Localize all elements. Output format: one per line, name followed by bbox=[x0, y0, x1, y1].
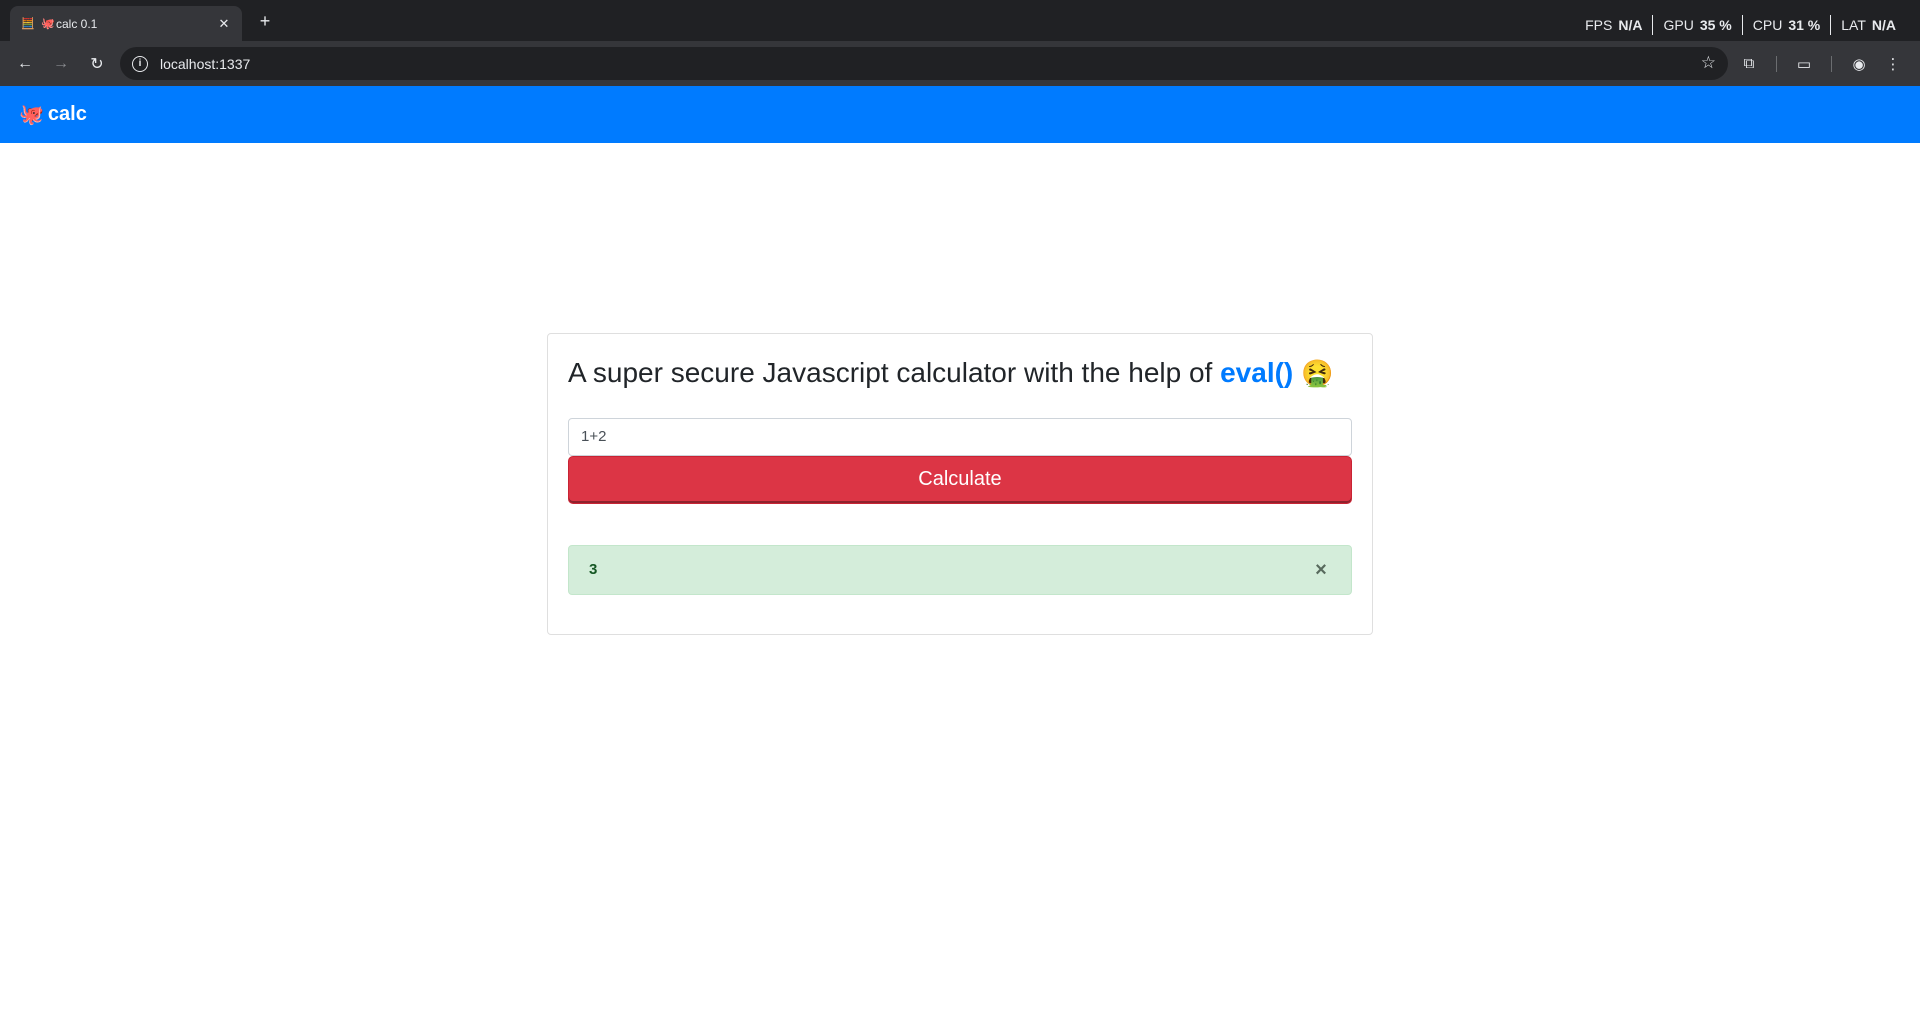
tab-title: calc 0.1 bbox=[56, 16, 98, 31]
toolbar-divider bbox=[1776, 55, 1777, 72]
perf-value: 35 % bbox=[1699, 17, 1732, 33]
result-value: 3 bbox=[589, 561, 598, 579]
eval-highlight: eval() bbox=[1220, 357, 1294, 388]
perf-value: N/A bbox=[1871, 17, 1896, 33]
brand-label: calc bbox=[47, 103, 87, 125]
octopus-icon: 🐙 bbox=[41, 18, 55, 30]
browser-tab[interactable]: 🧮 🐙 calc 0.1 ✕ bbox=[10, 6, 242, 41]
bookmark-star-icon[interactable]: ☆ bbox=[1701, 53, 1716, 73]
performance-overlay: FPS N/A GPU 35 % CPU 31 % LAT N/A bbox=[1575, 14, 1906, 36]
calculator-card: A super secure Javascript calculator wit… bbox=[547, 333, 1373, 635]
new-tab-button[interactable]: + bbox=[253, 9, 277, 33]
vomit-emoji-icon: 🤮 bbox=[1301, 358, 1334, 388]
back-icon[interactable]: ← bbox=[8, 47, 42, 81]
site-info-icon[interactable]: i bbox=[132, 55, 148, 72]
perf-label: FPS bbox=[1585, 17, 1613, 33]
brand-link[interactable]: 🐙 calc bbox=[19, 102, 87, 127]
result-alert: 3 × bbox=[568, 544, 1352, 595]
profile-icon[interactable]: ◉ bbox=[1842, 47, 1876, 81]
perf-label: GPU bbox=[1663, 17, 1694, 33]
site-navbar: 🐙 calc bbox=[0, 86, 1920, 143]
octopus-icon: 🐙 bbox=[19, 104, 44, 126]
address-bar[interactable]: i localhost:1337 ☆ bbox=[120, 47, 1728, 80]
toolbar-actions: ⧉ ▭ ◉ ⋮ bbox=[1732, 47, 1910, 80]
perf-cpu: CPU 31 % bbox=[1741, 15, 1830, 35]
perf-lat: LAT N/A bbox=[1830, 15, 1906, 35]
expression-input[interactable] bbox=[568, 417, 1352, 456]
perf-value: N/A bbox=[1618, 17, 1643, 33]
perf-label: CPU bbox=[1752, 17, 1783, 33]
perf-label: LAT bbox=[1841, 17, 1866, 33]
browser-toolbar: ← → ↻ i localhost:1337 ☆ ⧉ ▭ ◉ ⋮ bbox=[0, 41, 1920, 86]
reading-mode-icon[interactable]: ▭ bbox=[1787, 47, 1821, 81]
forward-icon[interactable]: → bbox=[44, 47, 78, 81]
perf-value: 31 % bbox=[1788, 17, 1821, 33]
extensions-icon[interactable]: ⧉ bbox=[1732, 47, 1766, 81]
menu-kebab-icon[interactable]: ⋮ bbox=[1876, 47, 1910, 81]
close-icon[interactable]: × bbox=[1311, 560, 1331, 580]
tab-close-icon[interactable]: ✕ bbox=[216, 16, 232, 32]
url-text[interactable]: localhost:1337 bbox=[160, 56, 250, 72]
reload-icon[interactable]: ↻ bbox=[80, 47, 114, 81]
title-text: A super secure Javascript calculator wit… bbox=[568, 357, 1221, 388]
perf-gpu: GPU 35 % bbox=[1652, 15, 1741, 35]
browser-tab-strip: 🧮 🐙 calc 0.1 ✕ + FPS N/A GPU 35 % CPU 31… bbox=[0, 0, 1920, 41]
toolbar-divider bbox=[1831, 55, 1832, 72]
calculate-button[interactable]: Calculate bbox=[568, 455, 1352, 504]
calculator-icon: 🧮 bbox=[21, 18, 35, 30]
page-title: A super secure Javascript calculator wit… bbox=[568, 356, 1352, 390]
perf-fps: FPS N/A bbox=[1575, 15, 1652, 35]
